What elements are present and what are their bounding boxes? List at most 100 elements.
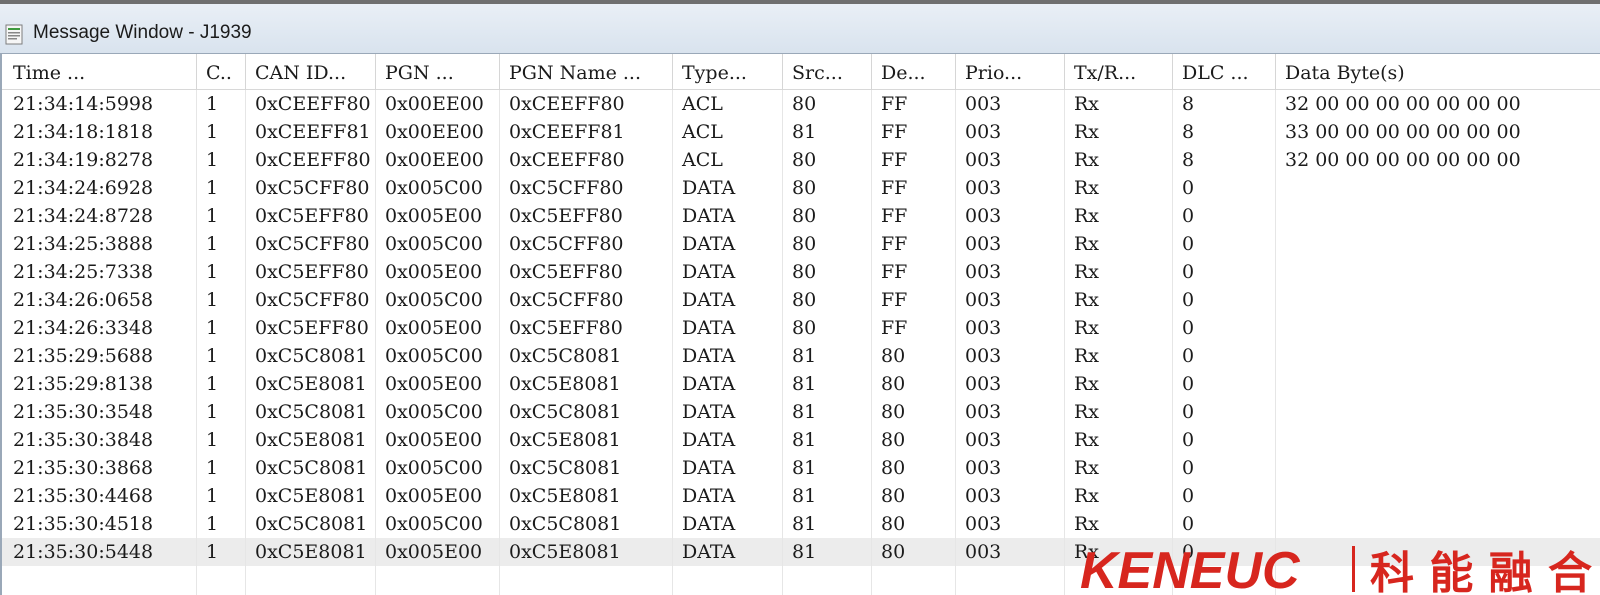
cell-destination: 80: [881, 401, 906, 423]
column-header-pgn-name[interactable]: PGN Name ...: [500, 54, 673, 90]
cell-pgn: 0x005E00: [385, 317, 483, 339]
cell-channel: 1: [206, 373, 219, 395]
cell-type: DATA: [682, 485, 736, 507]
cell-can-id: 0xC5CFF80: [255, 233, 370, 255]
cell-priority: 003: [965, 261, 1002, 283]
table-row[interactable]: 21:35:30:3868 1 0xC5C8081 0x005C00 0xC5C8081…: [2, 454, 1600, 482]
cell-tx-rx: Rx: [1074, 233, 1100, 255]
cell-channel: 1: [206, 289, 219, 311]
column-header-time[interactable]: Time ...: [4, 54, 197, 90]
cell-type: DATA: [682, 401, 736, 423]
cell-destination: 80: [881, 457, 906, 479]
cell-pgn-name: 0xC5EFF80: [509, 261, 623, 283]
cell-time: 21:35:30:3848: [13, 429, 154, 451]
table-row[interactable]: 21:35:29:8138 1 0xC5E8081 0x005E00 0xC5E8081…: [2, 370, 1600, 398]
table-row[interactable]: 21:35:30:3848 1 0xC5E8081 0x005E00 0xC5E8081…: [2, 426, 1600, 454]
cell-pgn-name: 0xCEEFF80: [509, 93, 625, 115]
cell-data-bytes: [1276, 230, 1600, 258]
cell-channel: 1: [206, 233, 219, 255]
cell-data-bytes: 32 00 00 00 00 00 00 00: [1285, 149, 1521, 171]
cell-channel: 1: [206, 401, 219, 423]
cell-data-bytes: [1276, 258, 1600, 286]
column-divider: [375, 90, 376, 595]
cell-tx-rx: Rx: [1074, 485, 1100, 507]
cell-data-bytes: [1276, 202, 1600, 230]
cell-pgn: 0x005C00: [385, 177, 483, 199]
cell-pgn: 0x005C00: [385, 345, 483, 367]
cell-can-id: 0xC5C8081: [255, 401, 368, 423]
column-header-destination[interactable]: De...: [872, 54, 956, 90]
cell-priority: 003: [965, 149, 1002, 171]
cell-can-id: 0xC5EFF80: [255, 317, 369, 339]
column-header-data-bytes[interactable]: Data Byte(s): [1276, 54, 1600, 90]
cell-can-id: 0xC5CFF80: [255, 177, 370, 199]
cell-priority: 003: [965, 93, 1002, 115]
cell-destination: FF: [881, 205, 908, 227]
cell-pgn-name: 0xC5EFF80: [509, 317, 623, 339]
cell-time: 21:35:30:3548: [13, 401, 154, 423]
cell-dlc: 0: [1182, 261, 1195, 283]
column-header-source[interactable]: Src...: [783, 54, 872, 90]
cell-destination: 80: [881, 513, 906, 535]
table-row[interactable]: 21:34:19:8278 1 0xCEEFF80 0x00EE00 0xCEEFF80…: [2, 146, 1600, 174]
column-header-tx-rx[interactable]: Tx/R...: [1065, 54, 1173, 90]
cell-destination: FF: [881, 121, 908, 143]
cell-priority: 003: [965, 289, 1002, 311]
column-divider: [672, 90, 673, 595]
cell-can-id: 0xC5E8081: [255, 485, 367, 507]
cell-time: 21:35:30:5448: [13, 541, 154, 563]
table-row[interactable]: 21:35:29:5688 1 0xC5C8081 0x005C00 0xC5C8081…: [2, 342, 1600, 370]
cell-destination: 80: [881, 429, 906, 451]
column-header-channel[interactable]: C..: [197, 54, 246, 90]
table-row[interactable]: 21:34:25:7338 1 0xC5EFF80 0x005E00 0xC5EFF80…: [2, 258, 1600, 286]
window-titlebar[interactable]: Message Window - J1939: [0, 4, 1600, 54]
column-header-pgn[interactable]: PGN ...: [376, 54, 500, 90]
cell-destination: 80: [881, 373, 906, 395]
table-row[interactable]: 21:34:24:8728 1 0xC5EFF80 0x005E00 0xC5EFF80…: [2, 202, 1600, 230]
table-row[interactable]: 21:35:30:3548 1 0xC5C8081 0x005C00 0xC5C8081…: [2, 398, 1600, 426]
cell-tx-rx: Rx: [1074, 177, 1100, 199]
table-row[interactable]: 21:34:26:0658 1 0xC5CFF80 0x005C00 0xC5CFF80…: [2, 286, 1600, 314]
message-grid[interactable]: Time ... C.. CAN ID... PGN ... PGN Name ... T…: [0, 54, 1600, 595]
table-row[interactable]: 21:34:18:1818 1 0xCEEFF81 0x00EE00 0xCEEFF81…: [2, 118, 1600, 146]
cell-pgn-name: 0xC5CFF80: [509, 233, 624, 255]
cell-priority: 003: [965, 457, 1002, 479]
cell-can-id: 0xC5E8081: [255, 541, 367, 563]
column-header-type[interactable]: Type...: [673, 54, 783, 90]
cell-type: ACL: [682, 93, 723, 115]
grid-header: Time ... C.. CAN ID... PGN ... PGN Name ... T…: [2, 54, 1600, 90]
column-header-priority[interactable]: Prio...: [956, 54, 1065, 90]
cell-data-bytes: [1276, 314, 1600, 342]
cell-can-id: 0xC5E8081: [255, 429, 367, 451]
column-header-dlc[interactable]: DLC ...: [1173, 54, 1276, 90]
cell-data-bytes: [1276, 538, 1600, 566]
cell-priority: 003: [965, 177, 1002, 199]
cell-can-id: 0xCEEFF80: [255, 149, 371, 171]
table-row[interactable]: 21:34:26:3348 1 0xC5EFF80 0x005E00 0xC5EFF80…: [2, 314, 1600, 342]
column-divider: [955, 90, 956, 595]
cell-channel: 1: [206, 93, 219, 115]
column-header-can-id[interactable]: CAN ID...: [246, 54, 376, 90]
cell-dlc: 8: [1182, 93, 1195, 115]
table-row[interactable]: 21:34:14:5998 1 0xCEEFF80 0x00EE00 0xCEEFF80…: [2, 90, 1600, 118]
cell-source: 80: [792, 233, 817, 255]
cell-tx-rx: Rx: [1074, 541, 1100, 563]
cell-source: 80: [792, 93, 817, 115]
cell-data-bytes: 33 00 00 00 00 00 00 00: [1285, 121, 1521, 143]
table-row[interactable]: 21:35:30:4468 1 0xC5E8081 0x005E00 0xC5E8081…: [2, 482, 1600, 510]
table-row[interactable]: 21:35:30:5448 1 0xC5E8081 0x005E00 0xC5E8081…: [2, 538, 1600, 566]
cell-tx-rx: Rx: [1074, 205, 1100, 227]
cell-time: 21:34:19:8278: [13, 149, 154, 171]
cell-pgn: 0x005E00: [385, 373, 483, 395]
cell-source: 81: [792, 373, 817, 395]
table-row[interactable]: 21:34:24:6928 1 0xC5CFF80 0x005C00 0xC5CFF80…: [2, 174, 1600, 202]
table-row[interactable]: 21:35:30:4518 1 0xC5C8081 0x005C00 0xC5C8081…: [2, 510, 1600, 538]
message-window-icon: [5, 24, 23, 45]
cell-dlc: 8: [1182, 121, 1195, 143]
cell-dlc: 0: [1182, 485, 1195, 507]
cell-pgn: 0x005C00: [385, 233, 483, 255]
cell-time: 21:34:25:3888: [13, 233, 154, 255]
cell-channel: 1: [206, 485, 219, 507]
table-row[interactable]: 21:34:25:3888 1 0xC5CFF80 0x005C00 0xC5CFF80…: [2, 230, 1600, 258]
cell-can-id: 0xCEEFF80: [255, 93, 371, 115]
